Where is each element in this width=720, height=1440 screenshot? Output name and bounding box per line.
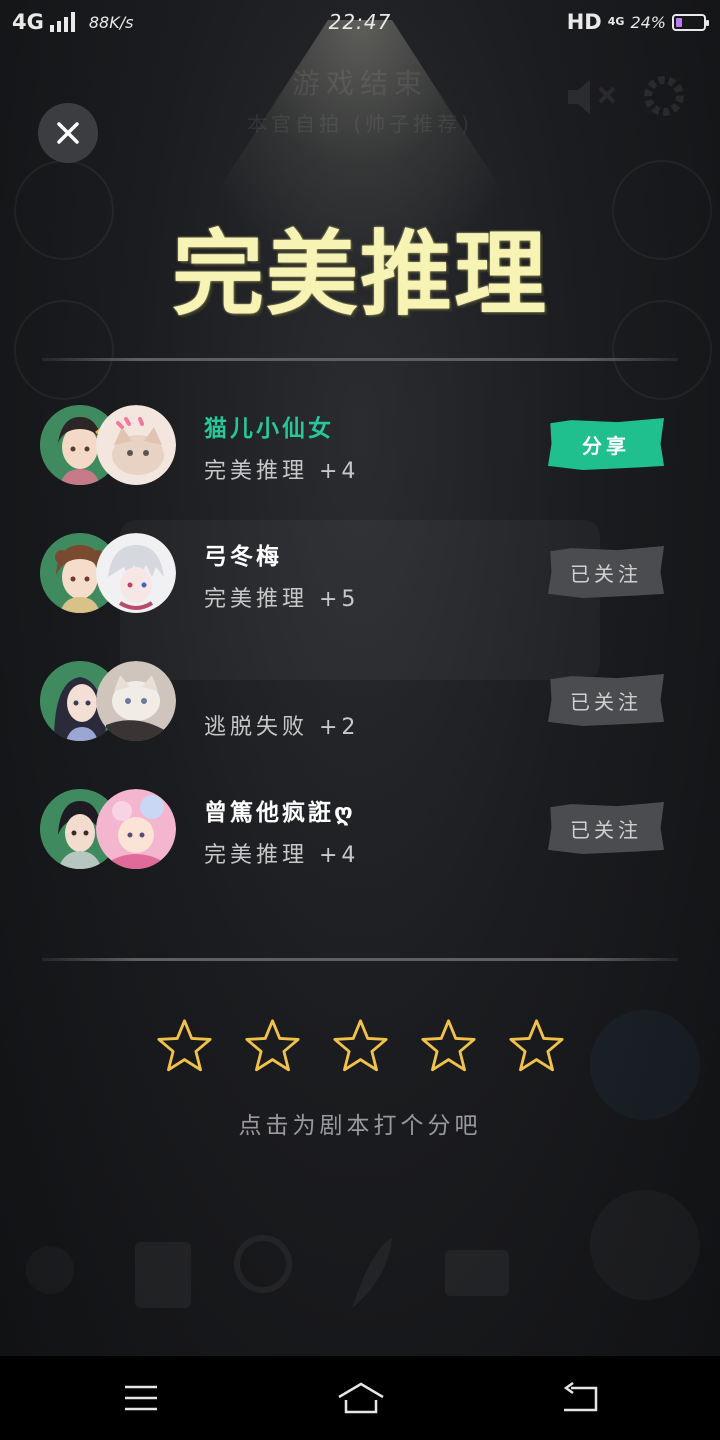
divider-bottom bbox=[42, 958, 678, 961]
player-result: 完美推理 +4 bbox=[204, 843, 360, 868]
followed-button[interactable]: 已关注 bbox=[548, 674, 664, 726]
back-icon bbox=[563, 1382, 598, 1412]
nav-menu-button[interactable] bbox=[119, 1378, 163, 1418]
menu-icon bbox=[125, 1385, 157, 1411]
system-nav-bar bbox=[0, 1356, 720, 1440]
user-avatar[interactable] bbox=[96, 789, 176, 869]
close-button[interactable] bbox=[38, 103, 98, 163]
user-avatar[interactable] bbox=[96, 533, 176, 613]
player-result: 完美推理 +4 bbox=[204, 459, 360, 484]
star-icon[interactable] bbox=[244, 1018, 301, 1075]
player-name: 猫儿小仙女 bbox=[204, 416, 334, 442]
nav-back-button[interactable] bbox=[558, 1378, 602, 1418]
status-right: HD 4G 24% bbox=[566, 10, 709, 34]
player-result: 完美推理 +5 bbox=[204, 587, 360, 612]
user-avatar[interactable] bbox=[96, 661, 176, 741]
background-bottom-toolbar bbox=[135, 1235, 509, 1308]
player-name: 弓冬梅 bbox=[204, 544, 282, 570]
hd-indicator: HD bbox=[566, 10, 602, 34]
network-type-right: 4G bbox=[607, 15, 625, 28]
battery-level bbox=[676, 17, 682, 27]
home-icon bbox=[338, 1382, 384, 1414]
close-icon bbox=[57, 122, 79, 144]
player-name: 曾篤他疯誑ღ bbox=[204, 800, 356, 826]
rating-hint: 点击为剧本打个分吧 bbox=[238, 1113, 482, 1139]
result-title: 完美推理 bbox=[171, 221, 548, 328]
player-row: 曾篤他疯誑ღ 完美推理 +4 已关注 bbox=[0, 789, 720, 879]
battery-icon bbox=[672, 13, 709, 31]
player-row: 猫儿小仙女 完美推理 +4 分享 bbox=[0, 405, 720, 495]
rating-stars bbox=[0, 1018, 720, 1075]
share-button[interactable]: 分享 bbox=[548, 418, 664, 470]
status-bar: 4G 88K/s 22:47 HD 4G 24% bbox=[0, 0, 720, 46]
background-toolbar-icons bbox=[568, 76, 684, 116]
star-icon[interactable] bbox=[156, 1018, 213, 1075]
nav-home-button[interactable] bbox=[336, 1378, 386, 1418]
divider-top bbox=[42, 358, 678, 361]
user-avatar[interactable] bbox=[96, 405, 176, 485]
player-row: 弓冬梅 完美推理 +5 已关注 bbox=[0, 533, 720, 623]
star-icon[interactable] bbox=[332, 1018, 389, 1075]
battery-percent: 24% bbox=[630, 12, 666, 32]
player-row: 逃脱失败 +2 已关注 bbox=[0, 661, 720, 751]
star-icon[interactable] bbox=[508, 1018, 565, 1075]
game-result-screen: 游戏结束 本官自拍 (帅子推荐) 4G 88K/s 22:47 HD 4G 24… bbox=[0, 0, 720, 1440]
followed-button[interactable]: 已关注 bbox=[548, 546, 664, 598]
followed-button[interactable]: 已关注 bbox=[548, 802, 664, 854]
star-icon[interactable] bbox=[420, 1018, 477, 1075]
player-result: 逃脱失败 +2 bbox=[204, 715, 360, 740]
